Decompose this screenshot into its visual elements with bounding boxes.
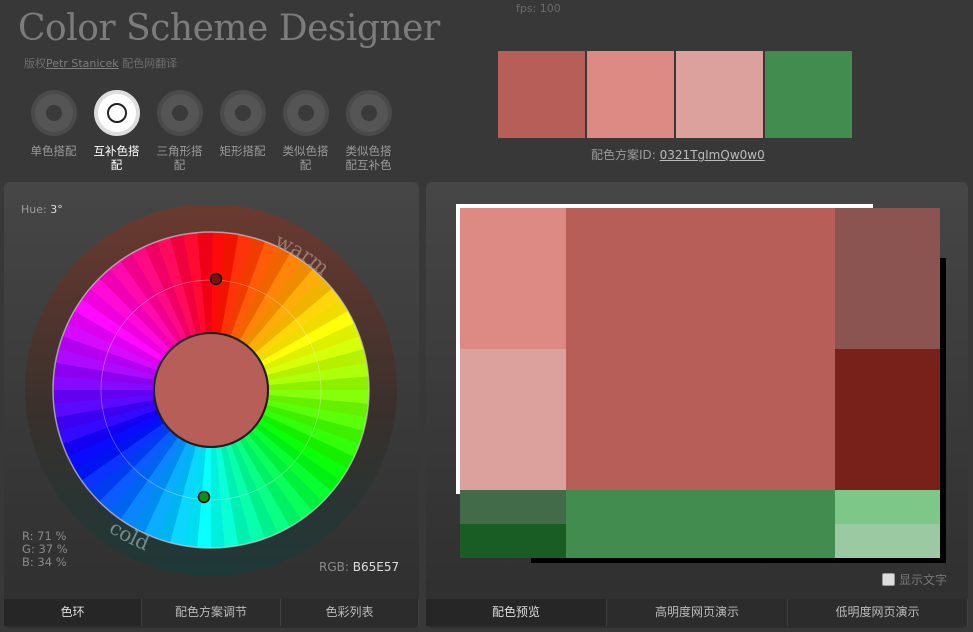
translator-link[interactable]: 配色网翻译	[122, 57, 177, 70]
credit-prefix: 版权	[24, 57, 46, 70]
mode-label: 互补色搭配	[93, 144, 140, 172]
preview-dark1	[835, 208, 940, 349]
tetrad-scheme-icon	[219, 90, 266, 136]
tab-light-page-demo[interactable]: 高明度网页演示	[607, 599, 788, 626]
rgb-hex: RGB: B65E57	[319, 560, 399, 574]
credit-line: 版权Petr Stanicek 配色网翻译	[24, 55, 177, 71]
color-wheel[interactable]: warm cold	[20, 205, 402, 577]
mode-tetrad[interactable]: 矩形搭配	[211, 90, 274, 172]
complement-hue-handle[interactable]	[197, 490, 211, 504]
scheme-preview	[456, 204, 946, 563]
preview-dark2	[835, 349, 940, 490]
mode-label: 三角形搭配	[156, 144, 203, 172]
mono-scheme-icon	[30, 90, 77, 136]
scheme-mode-selector: 单色搭配 互补色搭配 三角形搭配 矩形搭配 类似色搭配 类似色搭配互补色	[22, 90, 400, 172]
preview-comp-dark1	[460, 490, 566, 524]
swatch-complement[interactable]	[765, 51, 852, 138]
preview-primary	[566, 208, 835, 490]
triad-scheme-icon	[156, 90, 203, 136]
accented-analogic-scheme-icon	[345, 90, 392, 136]
primary-hue-handle[interactable]	[209, 272, 223, 286]
scheme-id: 配色方案ID: 0321TgImQw0w0	[591, 146, 765, 163]
rgb-label: RGB:	[319, 560, 349, 574]
swatch-light2[interactable]	[676, 51, 763, 138]
blue-percent: B: 34 %	[22, 555, 67, 569]
author-link[interactable]: Petr Stanicek	[46, 57, 119, 70]
swatch-primary[interactable]	[498, 51, 585, 138]
mode-accented-analogic[interactable]: 类似色搭配互补色	[337, 90, 400, 172]
tab-scheme-adjust[interactable]: 配色方案调节	[142, 599, 281, 626]
show-text-label: 显示文字	[899, 573, 948, 587]
app-title: Color Scheme Designer	[18, 8, 440, 49]
mode-mono[interactable]: 单色搭配	[22, 90, 85, 172]
right-tabs: 配色预览 高明度网页演示 低明度网页演示	[426, 599, 968, 626]
mode-analogic[interactable]: 类似色搭配	[274, 90, 337, 172]
scheme-id-label: 配色方案ID:	[591, 148, 656, 162]
analogic-scheme-icon	[282, 90, 329, 136]
mode-label: 类似色搭配	[282, 144, 329, 172]
preview-comp-light1	[835, 490, 940, 524]
tab-scheme-preview[interactable]: 配色预览	[426, 599, 607, 626]
scheme-id-link[interactable]: 0321TgImQw0w0	[660, 148, 765, 162]
left-tabs: 色环 配色方案调节 色彩列表	[4, 599, 419, 626]
mode-label: 类似色搭配互补色	[345, 144, 392, 172]
preview-comp-light2	[835, 524, 940, 558]
tab-dark-page-demo[interactable]: 低明度网页演示	[788, 599, 968, 626]
mode-label: 矩形搭配	[219, 144, 266, 158]
mode-triad[interactable]: 三角形搭配	[148, 90, 211, 172]
tab-color-list[interactable]: 色彩列表	[281, 599, 419, 626]
complement-scheme-icon	[93, 90, 140, 136]
center-color	[155, 334, 267, 446]
tab-color-wheel[interactable]: 色环	[4, 599, 142, 626]
mode-label: 单色搭配	[30, 144, 77, 158]
fps-counter: fps: 100	[516, 2, 561, 15]
palette-swatches	[498, 51, 854, 138]
rgb-value: B65E57	[352, 560, 400, 574]
preview-light1	[460, 208, 566, 349]
preview-complement	[566, 490, 835, 558]
rgb-percent: R: 71 % G: 37 % B: 34 %	[22, 530, 68, 569]
preview-comp-dark2	[460, 524, 566, 558]
mode-complement[interactable]: 互补色搭配	[85, 90, 148, 172]
swatch-light1[interactable]	[587, 51, 674, 138]
show-text-toggle[interactable]: 显示文字	[882, 571, 947, 588]
preview-light2	[460, 349, 566, 490]
show-text-checkbox[interactable]	[882, 573, 895, 586]
